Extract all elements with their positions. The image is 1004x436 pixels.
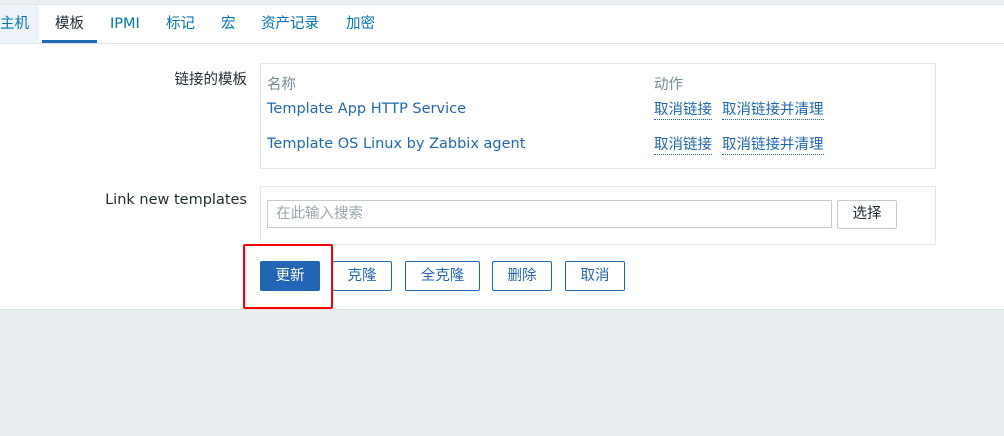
tab-encryption[interactable]: 加密	[346, 5, 375, 43]
tab-templates[interactable]: 模板	[42, 5, 97, 43]
cancel-button[interactable]: 取消	[565, 261, 625, 291]
template-link-os-linux[interactable]: Template OS Linux by Zabbix agent	[267, 136, 525, 152]
column-header-name: 名称	[267, 77, 296, 93]
tab-inventory[interactable]: 资产记录	[261, 5, 319, 43]
tab-ipmi[interactable]: IPMI	[110, 5, 140, 43]
template-search-input[interactable]	[268, 201, 831, 227]
unlink-button[interactable]: 取消链接	[654, 101, 712, 120]
linked-templates-table: 名称 动作 Template App HTTP Service 取消链接 取消链…	[260, 63, 936, 169]
tab-tags[interactable]: 标记	[166, 5, 195, 43]
link-new-templates-label: Link new templates	[105, 192, 247, 208]
update-button[interactable]: 更新	[260, 261, 320, 291]
unlink-button[interactable]: 取消链接	[654, 136, 712, 155]
linked-templates-label: 链接的模板	[174, 72, 248, 88]
unlink-and-clear-button[interactable]: 取消链接并清理	[722, 101, 824, 120]
tab-macros[interactable]: 宏	[221, 5, 236, 43]
clone-button[interactable]: 克隆	[332, 261, 392, 291]
select-button[interactable]: 选择	[837, 200, 897, 229]
delete-button[interactable]: 删除	[492, 261, 552, 291]
column-header-action: 动作	[654, 77, 683, 93]
tab-host[interactable]: 主机	[0, 5, 39, 43]
template-link-http-service[interactable]: Template App HTTP Service	[267, 101, 466, 117]
unlink-and-clear-button[interactable]: 取消链接并清理	[722, 136, 824, 155]
template-search-field[interactable]	[267, 200, 832, 228]
tab-bar: 主机 模板 IPMI 标记 宏 资产记录 加密	[0, 5, 1004, 44]
full-clone-button[interactable]: 全克隆	[405, 261, 480, 291]
